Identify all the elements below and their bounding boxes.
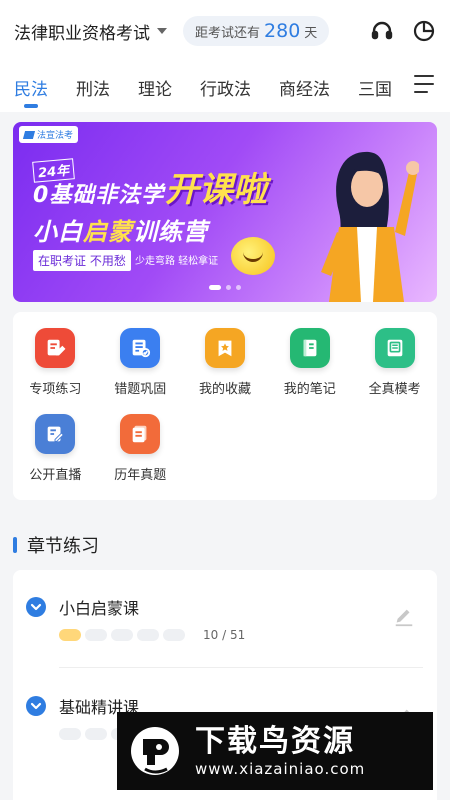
chapter-count: 10 / 51 — [203, 628, 246, 642]
tab-commercial-law[interactable]: 商经法 — [279, 62, 330, 112]
banner-headline-2b: 启蒙 — [83, 218, 133, 246]
section-bar — [13, 537, 17, 553]
brand-logo: 法宣法考 — [19, 126, 79, 143]
feature-mock-exam[interactable]: 全真模考 — [352, 328, 437, 414]
feature-label: 我的笔记 — [283, 382, 336, 397]
banner-headline-1: 0基础非法学 — [33, 183, 165, 208]
carousel-dot[interactable] — [236, 285, 241, 290]
feature-label: 错题巩固 — [114, 382, 167, 397]
progress-segment — [111, 629, 133, 641]
chapter-item[interactable]: 小白启蒙课 10 / 51 — [13, 570, 437, 670]
feature-my-favorites[interactable]: 我的收藏 — [183, 328, 268, 414]
exam-selector[interactable]: 法律职业资格考试 — [14, 19, 167, 44]
feature-label: 全真模考 — [368, 382, 421, 397]
exam-paper-icon — [374, 328, 415, 368]
feature-live-stream[interactable]: 公开直播 — [13, 414, 98, 500]
banner-tag-1: 在职考证 不用愁 — [33, 250, 131, 271]
progress-segment — [59, 728, 81, 740]
tab-criminal-law[interactable]: 刑法 — [76, 62, 110, 112]
chevron-down-icon[interactable] — [26, 597, 46, 617]
brand-name: 法宣法考 — [37, 131, 74, 141]
banner-headline-1b: 开课啦 — [165, 170, 267, 210]
feature-grid: 专项练习 错题巩固 我的收藏 我的笔记 全真模考 公开直播 历年真题 — [13, 312, 437, 500]
watermark: 下载鸟资源 www.xiazainiao.com — [117, 712, 433, 790]
promo-banner[interactable]: 法宣法考 24年 0基础非法学 开课啦 小白启蒙训练营 在职考证 不用愁 少走弯… — [13, 122, 437, 302]
section-header: 章节练习 — [13, 532, 99, 558]
watermark-title: 下载鸟资源 — [195, 724, 355, 759]
countdown-days: 280 — [264, 20, 301, 42]
tab-three-countries[interactable]: 三国 — [358, 62, 392, 112]
chapter-progress — [59, 629, 185, 641]
countdown-badge: 距考试还有 280 天 — [183, 16, 330, 46]
subject-tabs: 民法 刑法 理论 行政法 商经法 三国 — [0, 62, 450, 112]
live-edit-icon — [35, 414, 76, 454]
bird-logo-icon — [131, 727, 179, 775]
progress-segment — [85, 629, 107, 641]
carousel-dots[interactable] — [209, 285, 241, 290]
banner-headline-2a: 小白 — [33, 218, 83, 246]
banner-tag-2: 少走弯路 轻松拿证 — [135, 256, 219, 267]
star-folder-icon — [204, 328, 245, 368]
headset-icon[interactable] — [370, 19, 394, 43]
watermark-url: www.xiazainiao.com — [195, 760, 366, 778]
pencil-doc-icon — [35, 328, 76, 368]
checklist-icon — [120, 328, 161, 368]
chevron-down-icon[interactable] — [26, 696, 46, 716]
section-title: 章节练习 — [27, 536, 99, 557]
progress-segment — [137, 629, 159, 641]
pencil-icon[interactable] — [393, 606, 415, 628]
app-header: 法律职业资格考试 距考试还有 280 天 — [0, 0, 450, 62]
banner-headline-2c: 训练营 — [133, 218, 208, 246]
feature-label: 公开直播 — [29, 468, 82, 483]
feature-label: 我的收藏 — [198, 382, 251, 397]
smiley-icon — [231, 237, 275, 275]
menu-icon[interactable] — [414, 75, 436, 99]
progress-segment — [59, 629, 81, 641]
banner-headline-2: 小白启蒙训练营 — [33, 212, 208, 247]
feature-label: 历年真题 — [114, 468, 167, 483]
countdown-prefix: 距考试还有 — [195, 25, 261, 41]
tab-theory[interactable]: 理论 — [138, 62, 172, 112]
feature-my-notes[interactable]: 我的笔记 — [267, 328, 352, 414]
notebook-icon — [289, 328, 330, 368]
carousel-dot-active[interactable] — [209, 285, 221, 290]
divider — [59, 667, 423, 668]
feature-label: 专项练习 — [29, 382, 82, 397]
tab-civil-law[interactable]: 民法 — [14, 62, 48, 112]
papers-icon — [120, 414, 161, 454]
feature-past-papers[interactable]: 历年真题 — [98, 414, 183, 500]
progress-segment — [163, 629, 185, 641]
feature-wrong-review[interactable]: 错题巩固 — [98, 328, 183, 414]
progress-segment — [85, 728, 107, 740]
tab-administrative-law[interactable]: 行政法 — [200, 62, 251, 112]
tab-fade — [390, 62, 410, 112]
caret-down-icon — [157, 28, 167, 34]
woman-illustration — [321, 151, 419, 302]
carousel-dot[interactable] — [226, 285, 231, 290]
countdown-suffix: 天 — [304, 25, 318, 41]
feature-special-practice[interactable]: 专项练习 — [13, 328, 98, 414]
chapter-name: 小白启蒙课 — [59, 599, 140, 618]
pie-chart-icon[interactable] — [412, 19, 436, 43]
exam-name: 法律职业资格考试 — [14, 23, 150, 44]
